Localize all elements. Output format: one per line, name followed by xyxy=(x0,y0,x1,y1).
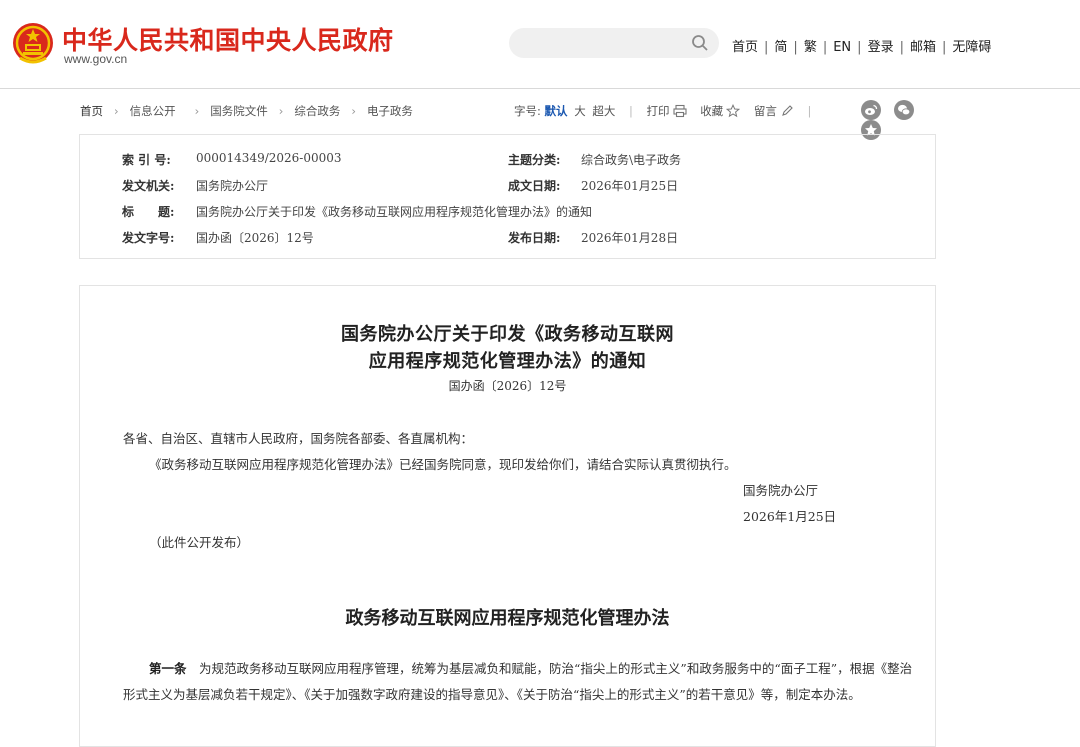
wechat-share-button[interactable] xyxy=(893,100,914,120)
printer-icon xyxy=(672,104,687,118)
meta-row: 标 题: 国务院办公厅关于印发《政务移动互联网应用程序规范化管理办法》的通知 xyxy=(80,203,935,223)
meta-row: 发文字号: 国办函〔2026〕12号 发布日期: 2026年01月28日 xyxy=(80,229,935,249)
nav-separator: | xyxy=(764,40,769,55)
doc-number-value: 国办函〔2026〕12号 xyxy=(196,231,314,245)
nav-separator: | xyxy=(793,40,798,55)
article-doc-number: 国办函〔2026〕12号 xyxy=(448,379,567,393)
title-value: 国务院办公厅关于印发《政务移动互联网应用程序规范化管理办法》的通知 xyxy=(196,205,593,219)
favorite-button[interactable]: 收藏 xyxy=(700,103,741,119)
nav-mailbox[interactable]: 邮箱 xyxy=(910,36,936,55)
font-size-label: 字号: xyxy=(514,104,541,118)
sign-date: 2026年1月25日 xyxy=(743,509,837,524)
salutation: 各省、自治区、直辖市人民政府，国务院各部委、各直属机构： xyxy=(123,431,474,446)
signature: 国务院办公厅 xyxy=(743,483,819,498)
nav-separator: | xyxy=(941,40,947,55)
comment-label: 留言 xyxy=(753,104,777,118)
star-outline-icon xyxy=(726,104,741,118)
clause-1-label: 第一条 xyxy=(149,661,187,676)
breadcrumb-e-government[interactable]: 电子政务 xyxy=(367,104,413,118)
nav-simplified[interactable]: 简 xyxy=(774,36,787,55)
nav-traditional[interactable]: 繁 xyxy=(804,36,817,55)
meta-row: 发文机关: 国务院办公厅 成文日期: 2026年01月25日 xyxy=(80,177,935,197)
chevron-right-icon: › xyxy=(194,104,200,118)
weibo-share-button[interactable] xyxy=(861,100,881,120)
category-label: 主题分类: xyxy=(508,153,561,167)
tool-divider: | xyxy=(629,104,633,118)
publish-date-label: 发布日期: xyxy=(508,231,561,245)
breadcrumb-state-council-docs[interactable]: 国务院文件 xyxy=(210,104,268,118)
nav-separator: | xyxy=(899,40,904,55)
article-title-line-1: 国务院办公厅关于印发《政务移动互联网 xyxy=(341,324,674,345)
national-emblem-icon[interactable] xyxy=(12,22,54,66)
title-label: 标 题: xyxy=(122,205,175,219)
breadcrumb: 首页 › 信息公开 › 国务院文件 › 综合政务 › 电子政务 xyxy=(80,103,413,119)
publish-note: （此件公开发布） xyxy=(149,535,250,550)
document-meta-box: 索 引 号: 000014349/2026-00003 主题分类: 综合政务\电… xyxy=(79,134,936,259)
breadcrumb-info-public[interactable]: 信息公开 xyxy=(130,104,176,118)
site-header: 中华人民共和国中央人民政府 www.gov.cn 首页 | 简 | 繁 | EN | 登录 | 邮箱… xyxy=(0,0,1080,89)
breadcrumb-toolbar: 首页 › 信息公开 › 国务院文件 › 综合政务 › 电子政务 字号: 默认 大 超大 | 打印… xyxy=(80,100,936,140)
nav-home[interactable]: 首页 xyxy=(732,36,758,55)
tool-divider: | xyxy=(807,104,812,118)
nav-accessibility[interactable]: 无障碍 xyxy=(952,36,991,55)
index-value: 000014349/2026-00003 xyxy=(196,151,342,165)
article-title-line-2: 应用程序规范化管理办法》的通知 xyxy=(368,351,647,372)
category-value: 综合政务\电子政务 xyxy=(581,153,682,167)
meta-row: 索 引 号: 000014349/2026-00003 主题分类: 综合政务\电… xyxy=(80,151,935,171)
nav-english[interactable]: EN xyxy=(833,40,851,55)
breadcrumb-general-affairs[interactable]: 综合政务 xyxy=(294,104,340,118)
comment-button[interactable]: 留言 xyxy=(754,103,794,119)
publish-date-value: 2026年01月28日 xyxy=(581,231,679,245)
search-icon[interactable] xyxy=(691,34,709,52)
favorite-label: 收藏 xyxy=(700,104,724,118)
rules-title: 政务移动互联网应用程序规范化管理办法 xyxy=(345,608,670,629)
clause-1-text: 为规范政务移动互联网应用程序管理，统筹为基层减负和赋能，防治“指尖上的形式主义”… xyxy=(123,661,913,702)
top-nav: 首页 | 简 | 繁 | EN | 登录 | 邮箱 | 无障碍 xyxy=(732,36,991,55)
article-body: 国务院办公厅关于印发《政务移动互联网 应用程序规范化管理办法》的通知 国办函〔2… xyxy=(79,285,936,747)
font-size-xlarge[interactable]: 超大 xyxy=(592,103,615,119)
body-paragraph: 《政务移动互联网应用程序规范化管理办法》已经国务院同意，现印发给你们，请结合实际… xyxy=(149,457,737,472)
site-url[interactable]: www.gov.cn xyxy=(64,52,127,66)
weibo-icon xyxy=(865,104,878,115)
search-box[interactable] xyxy=(509,28,719,58)
pencil-icon xyxy=(781,105,793,116)
written-date-label: 成文日期: xyxy=(508,179,561,193)
chevron-right-icon: › xyxy=(351,104,356,118)
nav-login[interactable]: 登录 xyxy=(868,36,894,55)
article-tools: 字号: 默认 大 超大 | 打印 收藏 留言 | xyxy=(514,103,821,119)
nav-separator: | xyxy=(857,40,862,55)
issuer-value: 国务院办公厅 xyxy=(196,179,269,193)
issuer-label: 发文机关: xyxy=(122,179,175,193)
search-input[interactable] xyxy=(523,33,687,55)
index-label: 索 引 号: xyxy=(122,153,171,167)
font-size-default[interactable]: 默认 xyxy=(545,103,568,119)
chevron-right-icon: › xyxy=(278,104,284,118)
nav-separator: | xyxy=(822,40,828,55)
clause-1: 第一条 为规范政务移动互联网应用程序管理，统筹为基层减负和赋能，防治“指尖上的形… xyxy=(123,656,913,708)
font-size-large[interactable]: 大 xyxy=(574,103,586,119)
breadcrumb-home[interactable]: 首页 xyxy=(80,104,103,118)
print-label: 打印 xyxy=(646,104,670,118)
written-date-value: 2026年01月25日 xyxy=(581,179,679,193)
chevron-right-icon: › xyxy=(114,104,119,118)
wechat-icon xyxy=(897,104,910,116)
doc-number-label: 发文字号: xyxy=(122,231,175,245)
print-button[interactable]: 打印 xyxy=(647,103,687,119)
